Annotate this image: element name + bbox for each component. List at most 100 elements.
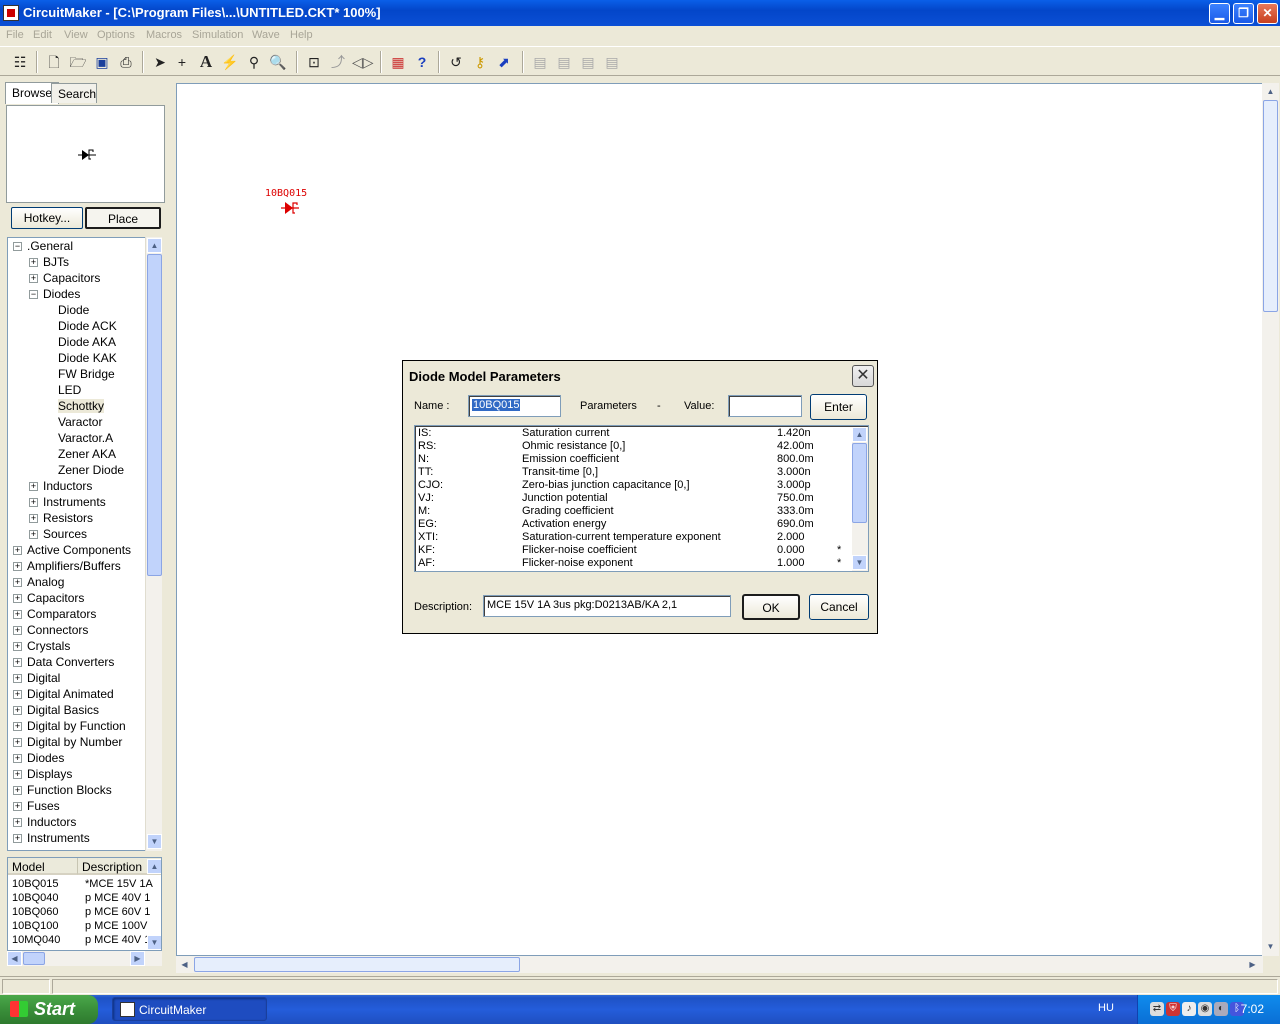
expand-icon[interactable]: + — [13, 626, 22, 635]
parameter-row[interactable]: N: Emission coefficient 800.0m — [418, 453, 848, 466]
wire-cross-icon[interactable]: + — [172, 52, 192, 72]
model-row[interactable]: 10BQ100 — [12, 920, 58, 934]
expand-icon[interactable]: + — [13, 562, 22, 571]
scroll-left-arrow[interactable]: ◀ — [177, 957, 192, 972]
netlist-icon[interactable]: ▦ — [388, 52, 408, 72]
expand-icon[interactable]: + — [13, 690, 22, 699]
parameter-row[interactable]: M: Grading coefficient 333.0m — [418, 505, 848, 518]
expand-icon[interactable]: + — [29, 274, 38, 283]
ok-button[interactable]: OK — [742, 594, 800, 620]
menu-options[interactable]: Options — [97, 29, 135, 41]
security-shield-icon[interactable]: ⛨ — [1166, 1002, 1180, 1016]
expand-icon[interactable]: + — [13, 818, 22, 827]
tab-search[interactable]: Search — [51, 83, 97, 103]
menu-help[interactable]: Help — [290, 29, 313, 41]
scroll-thumb[interactable] — [23, 952, 45, 965]
macro3-icon[interactable]: ▤ — [578, 52, 598, 72]
part-label[interactable]: 10BQ015 — [265, 188, 307, 199]
expand-icon[interactable]: + — [13, 738, 22, 747]
expand-icon[interactable]: + — [13, 578, 22, 587]
parameter-row[interactable]: KF: Flicker-noise coefficient 0.000 * — [418, 544, 848, 557]
scroll-left-arrow[interactable]: ◀ — [7, 951, 22, 966]
enter-button[interactable]: Enter — [810, 394, 867, 420]
component-tree[interactable]: − .General + BJTs + Capacitors − Diodes Diode Dio… — [7, 237, 162, 851]
model-list[interactable]: Model Description 10BQ015 *MCE 15V 1A 10BQ… — [7, 857, 162, 951]
scroll-thumb[interactable] — [852, 443, 867, 523]
canvas-vscrollbar[interactable]: ▲ ▼ — [1262, 83, 1279, 956]
probe-icon[interactable]: ⚡ — [220, 52, 240, 72]
scroll-thumb[interactable] — [194, 957, 520, 972]
rotate-icon[interactable]: ⤴ — [328, 52, 348, 72]
scroll-up-arrow[interactable]: ▲ — [852, 427, 867, 442]
menu-wave[interactable]: Wave — [252, 29, 280, 41]
canvas-hscrollbar[interactable]: ◀ ▶ — [176, 956, 1263, 973]
collapse-icon[interactable]: − — [13, 242, 22, 251]
language-indicator[interactable]: HU — [1098, 1002, 1114, 1014]
scroll-right-arrow[interactable]: ▶ — [130, 951, 145, 966]
mirror-icon[interactable]: ◁▷ — [352, 52, 374, 72]
menu-file[interactable]: File — [6, 29, 24, 41]
restore-button[interactable]: ❐ — [1233, 3, 1254, 24]
macro1-icon[interactable]: ▤ — [530, 52, 550, 72]
scroll-down-arrow[interactable]: ▼ — [1263, 939, 1278, 954]
description-field[interactable]: MCE 15V 1A 3us pkg:D0213AB/KA 2,1 — [483, 595, 731, 617]
scroll-down-arrow[interactable]: ▼ — [147, 834, 162, 849]
expand-icon[interactable]: + — [29, 530, 38, 539]
expand-icon[interactable]: + — [29, 514, 38, 523]
macro2-icon[interactable]: ▤ — [554, 52, 574, 72]
close-window-button[interactable]: ✕ — [1257, 3, 1278, 24]
model-description[interactable]: p MCE 60V 1 — [85, 906, 150, 920]
parameter-row[interactable]: TT: Transit-time [0,] 3.000n — [418, 466, 848, 479]
expand-icon[interactable]: + — [13, 674, 22, 683]
taskbar-item-circuitmaker[interactable]: CircuitMaker — [112, 997, 267, 1021]
menu-view[interactable]: View — [64, 29, 88, 41]
parameter-row[interactable]: EG: Activation energy 690.0m — [418, 518, 848, 531]
tree-scrollbar[interactable]: ▲ ▼ — [145, 237, 162, 851]
volume-icon[interactable]: ♪ — [1182, 1002, 1196, 1016]
arrow-pointer-icon[interactable]: ➤ — [150, 52, 170, 72]
start-button[interactable]: Start — [0, 995, 98, 1024]
expand-icon[interactable]: + — [13, 770, 22, 779]
expand-icon[interactable]: + — [13, 786, 22, 795]
expand-icon[interactable]: + — [13, 658, 22, 667]
scroll-down-arrow[interactable]: ▼ — [852, 555, 867, 570]
parameter-row[interactable]: VJ: Junction potential 750.0m — [418, 492, 848, 505]
clock[interactable]: 7:02 — [1241, 1002, 1264, 1016]
scroll-up-arrow[interactable]: ▲ — [147, 238, 162, 253]
model-list-hscrollbar[interactable]: ◀ ▶ — [7, 951, 162, 966]
macro4-icon[interactable]: ▤ — [602, 52, 622, 72]
value-field[interactable] — [728, 395, 802, 417]
collapse-icon[interactable]: − — [29, 290, 38, 299]
model-row[interactable]: 10BQ060 — [12, 906, 58, 920]
reset-icon[interactable]: ↺ — [446, 52, 466, 72]
help-icon[interactable]: ? — [412, 52, 432, 72]
model-description[interactable]: p MCE 100V — [85, 920, 147, 934]
expand-icon[interactable]: + — [13, 754, 22, 763]
menu-simulation[interactable]: Simulation — [192, 29, 243, 41]
print-icon[interactable]: ⎙ — [116, 52, 136, 72]
app-icon[interactable] — [3, 5, 19, 21]
expand-icon[interactable]: + — [13, 706, 22, 715]
expand-icon[interactable]: + — [13, 722, 22, 731]
cancel-button[interactable]: Cancel — [809, 594, 869, 620]
zoom-fit-icon[interactable]: ⊡ — [304, 52, 324, 72]
parameter-row[interactable]: RS: Ohmic resistance [0,] 42.00m — [418, 440, 848, 453]
model-description[interactable]: p MCE 40V 1 — [85, 934, 150, 948]
open-folder-icon[interactable]: 🗁 — [68, 52, 88, 72]
zoom-icon[interactable]: 🔍 — [268, 52, 288, 72]
expand-icon[interactable]: + — [29, 482, 38, 491]
parameter-row[interactable]: XTI: Saturation-current temperature expon… — [418, 531, 848, 544]
expand-icon[interactable]: + — [13, 802, 22, 811]
expand-icon[interactable]: + — [13, 610, 22, 619]
menu-macros[interactable]: Macros — [146, 29, 182, 41]
hotkey-button[interactable]: Hotkey... — [11, 207, 83, 229]
parameter-row[interactable]: CJO: Zero-bias junction capacitance [0,] 3… — [418, 479, 848, 492]
network-icon[interactable]: ⇄ — [1150, 1002, 1164, 1016]
expand-icon[interactable]: + — [13, 642, 22, 651]
new-file-icon[interactable]: 🗋 — [44, 52, 64, 72]
hierarchy-icon[interactable]: ☷ — [10, 52, 30, 72]
scroll-thumb[interactable] — [1263, 100, 1278, 312]
place-button[interactable]: Place — [85, 207, 161, 229]
menu-edit[interactable]: Edit — [33, 29, 52, 41]
parameter-list[interactable]: AF: Flicker-noise exponent 1.000 * KF: Flicke… — [414, 425, 869, 572]
